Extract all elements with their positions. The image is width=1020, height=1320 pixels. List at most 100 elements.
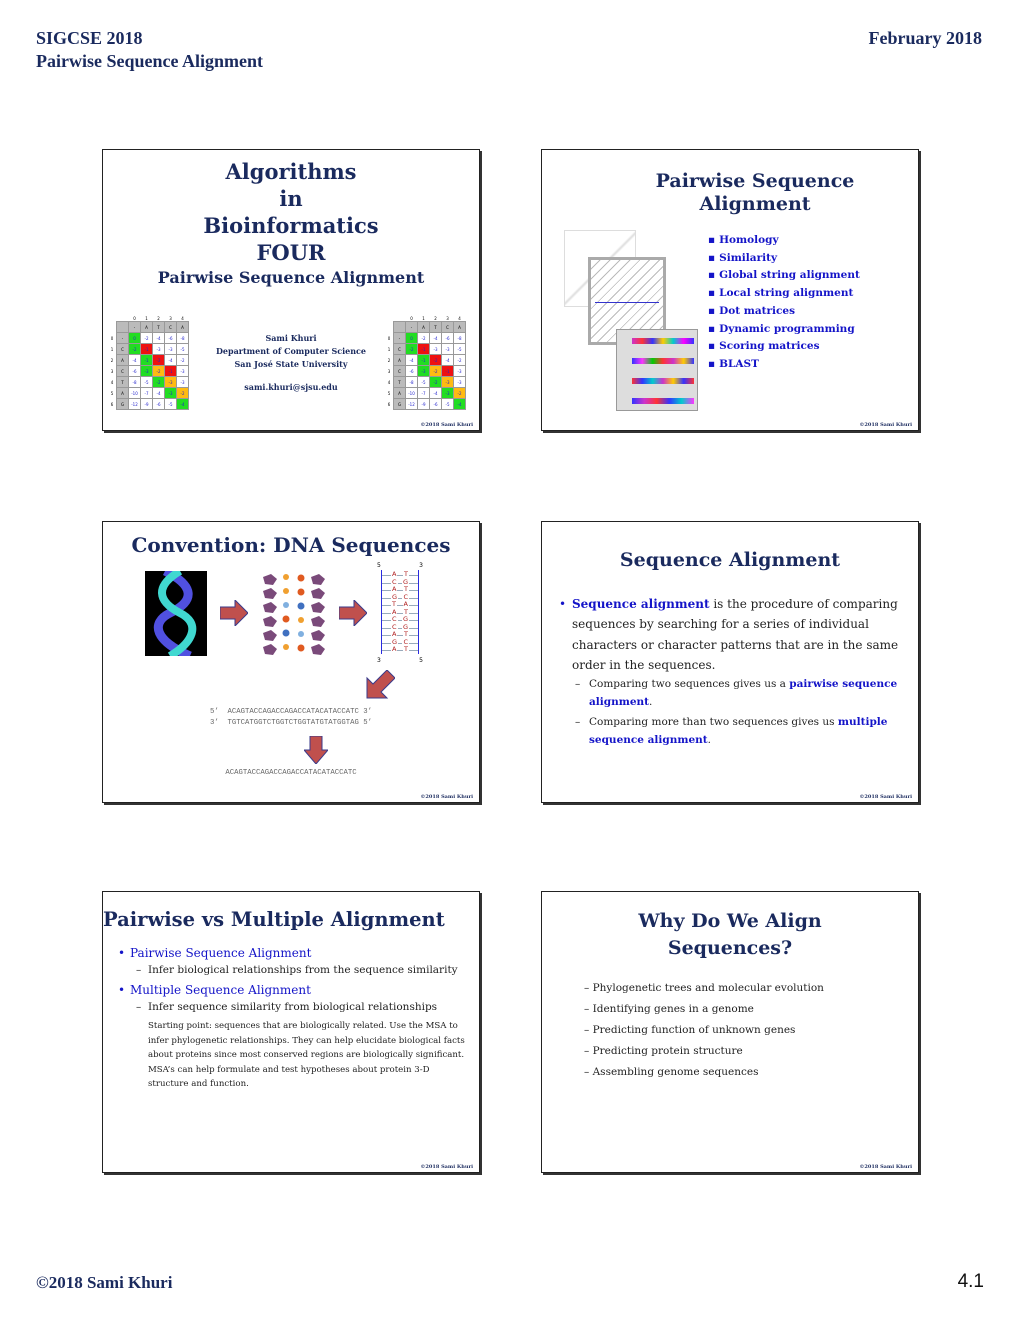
matrix-row-header: T <box>116 376 129 388</box>
header-conference: SIGCSE 2018 <box>36 28 143 48</box>
matrix-cell: -3 <box>453 365 466 377</box>
matrix-cell: -4 <box>128 354 141 366</box>
strand-label: 3 <box>419 562 423 569</box>
matrix-row-header: A <box>116 387 129 399</box>
matrix-cell: -4 <box>152 387 165 399</box>
matrix-row-index: 4 <box>110 379 114 385</box>
sub-point: Infer biological relationships from the … <box>148 964 458 976</box>
base-pair-diagram <box>263 574 325 655</box>
title-four: FOUR <box>256 240 326 265</box>
matrix-cell: -3 <box>417 365 430 377</box>
sub-point: Comparing two sequences gives us a pairw… <box>589 678 898 708</box>
dash-icon: – <box>575 678 581 691</box>
matrix-row-header: T <box>393 376 406 388</box>
matrix-cell: -6 <box>405 365 418 377</box>
matrix-cell: -9 <box>417 398 430 410</box>
header-subtitle: Pairwise Sequence Alignment <box>36 51 263 71</box>
slide-pairwise-vs-multiple: Pairwise vs Multiple Alignment • Pairwis… <box>102 891 480 1173</box>
matrix-cell: -2 <box>429 365 442 377</box>
reason-item: – Predicting function of unknown genes <box>584 1024 796 1036</box>
reason-item: – Identifying genes in a genome <box>584 1003 754 1015</box>
reason-item: – Predicting protein structure <box>584 1045 743 1057</box>
matrix-cell: -5 <box>417 376 430 388</box>
matrix-cell: -10 <box>405 387 418 399</box>
dash-icon: – <box>136 964 142 976</box>
matrix-cell: -1 <box>140 343 153 355</box>
matrix-cell: -1 <box>441 365 454 377</box>
matrix-row: 3 C -6 -3 -2 -1 -3 <box>385 365 466 377</box>
matrix-row-index: 0 <box>110 335 114 341</box>
matrix-cell: -3 <box>441 343 454 355</box>
author-email[interactable]: sami.khuri@sjsu.edu <box>193 381 389 394</box>
matrix-cell: -5 <box>176 343 189 355</box>
matrix-cell: -3 <box>429 343 442 355</box>
base-pair: C G <box>382 578 418 586</box>
matrix-cell: -2 <box>429 376 442 388</box>
matrix-row-index: 6 <box>387 401 391 407</box>
slide-pairwise-overview: Pairwise Sequence Alignment Homology Sim… <box>541 149 919 431</box>
matrix-cell: -5 <box>453 343 466 355</box>
matrix-cell: 0 <box>128 332 141 344</box>
matrix-col-header: C <box>441 321 454 333</box>
matrix-cell: 0 <box>405 332 418 344</box>
matrix-row-index: 1 <box>110 346 114 352</box>
matrix-row: 6 G -12 -9 -6 -5 -4 <box>385 398 466 410</box>
dash-icon: – <box>136 1001 142 1013</box>
slide-title-text: Pairwise vs Multiple Alignment <box>103 908 445 931</box>
base-pair: A T <box>382 608 418 616</box>
sequence-result: ACAGTACCAGACCAGACCATACATACCATC <box>225 769 357 777</box>
matrix-cell: -9 <box>140 398 153 410</box>
matrix-cell: -1 <box>164 365 177 377</box>
bullet-icon: • <box>559 597 567 611</box>
matrix-col-header: - <box>405 321 418 333</box>
matrix-row-header: A <box>393 387 406 399</box>
title-line: in <box>279 186 303 211</box>
sub-point: Infer sequence similarity from biologica… <box>148 1001 438 1013</box>
matrix-cell: -5 <box>140 376 153 388</box>
matrix-cell: -3 <box>441 376 454 388</box>
matrix-cell: -2 <box>429 354 442 366</box>
matrix-row-header: - <box>116 332 129 344</box>
matrix-col-header: A <box>176 321 189 333</box>
slide-dna-convention: Convention: DNA Sequences 5 3 A T C G A … <box>102 521 480 803</box>
page-number: 4.1 <box>957 1271 984 1292</box>
matrix-row-header: C <box>393 365 406 377</box>
matrix-row: 4 T -8 -5 -2 -3 -3 <box>108 376 189 388</box>
matrix-cell: -2 <box>176 387 189 399</box>
topic-item: Dot matrices <box>708 303 860 321</box>
matrix-cell: -3 <box>164 376 177 388</box>
matrix-cell: -3 <box>164 387 177 399</box>
matrix-cell: -6 <box>441 332 454 344</box>
matrix-cell: -4 <box>429 332 442 344</box>
matrix-col-header: T <box>152 321 165 333</box>
matrix-cell: -1 <box>417 354 430 366</box>
dash-icon: – <box>584 1024 593 1036</box>
reason-item: – Assembling genome sequences <box>584 1066 759 1078</box>
strand-label: 5 <box>419 657 423 664</box>
slide-copyright: ©2018 Sami Khuri <box>859 1164 912 1170</box>
matrix-col-header: - <box>128 321 141 333</box>
matrix-col-header: A <box>140 321 153 333</box>
matrix-row-header: A <box>393 354 406 366</box>
matrix-cell: -12 <box>128 398 141 410</box>
matrix-cell: -8 <box>453 332 466 344</box>
matrix-row: 4 T -8 -5 -2 -3 -3 <box>385 376 466 388</box>
matrix-cell: -2 <box>128 343 141 355</box>
matrix-cell: -6 <box>152 398 165 410</box>
topic-item: Global string alignment <box>708 267 860 285</box>
matrix-cell: -1 <box>140 354 153 366</box>
matrix-cell: -2 <box>140 332 153 344</box>
slide-title-text: Sequence Alignment <box>619 549 841 571</box>
matrix-cell: -4 <box>405 354 418 366</box>
topic-item: Similarity <box>708 250 860 268</box>
matrix-row-header: C <box>393 343 406 355</box>
matrix-cell: -12 <box>405 398 418 410</box>
matrix-cell: -2 <box>453 354 466 366</box>
topic-item: Scoring matrices <box>708 338 860 356</box>
matrix-cell: -2 <box>405 343 418 355</box>
slide-copyright: ©2018 Sami Khuri <box>420 422 473 428</box>
slide-copyright: ©2018 Sami Khuri <box>420 794 473 800</box>
base-pair: G C <box>382 638 418 646</box>
dp-matrix-left: 0 1 2 3 4- A T C A 0-0 -2 -4 -6 -8 1 C -2 -1 -3 -3 -5 2 A -4 -1-… <box>108 315 189 410</box>
author-department: Department of Computer Science <box>215 346 367 356</box>
